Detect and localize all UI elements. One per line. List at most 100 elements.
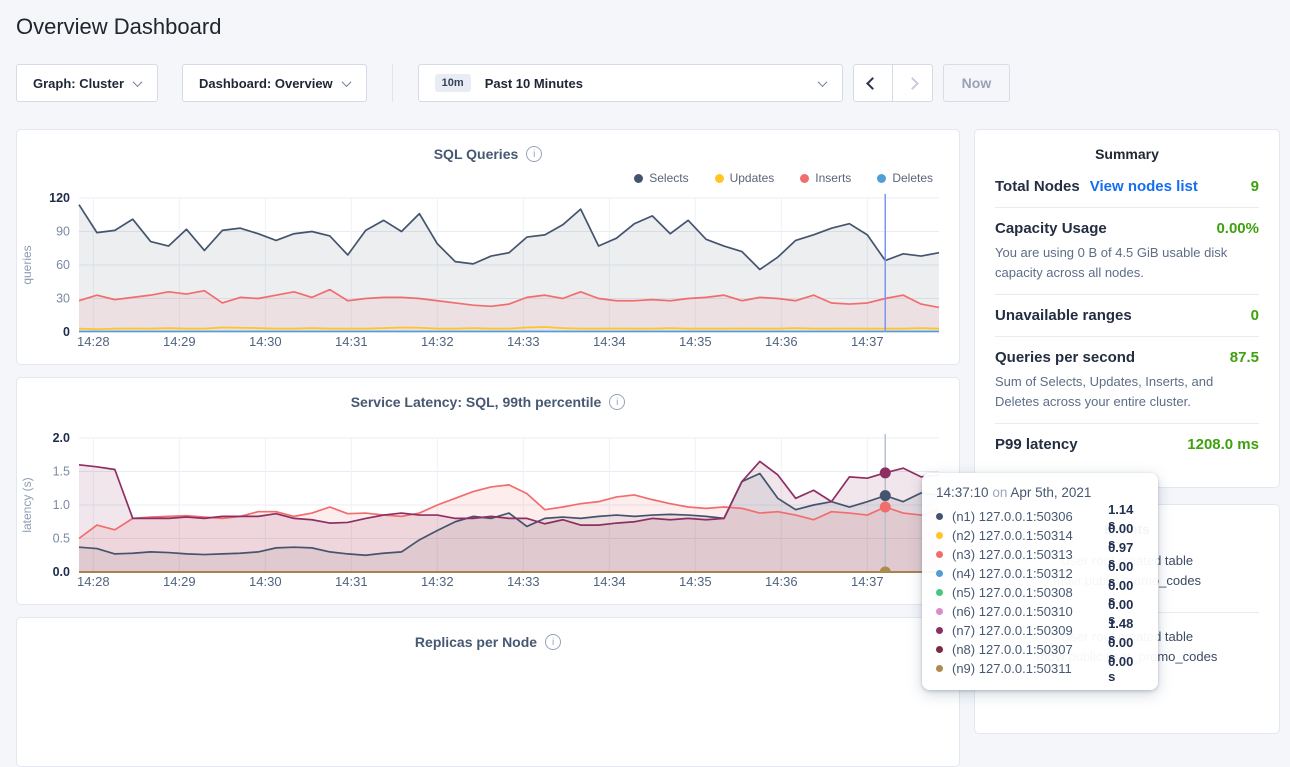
svg-text:2.0: 2.0 — [53, 431, 70, 445]
svg-text:14:28: 14:28 — [77, 574, 110, 589]
svg-text:queries: queries — [20, 245, 34, 284]
svg-text:14:35: 14:35 — [679, 334, 712, 349]
summary-description: You are using 0 B of 4.5 GiB usable disk… — [995, 243, 1259, 282]
tooltip-rows: (n1) 127.0.0.1:503061.14 s(n2) 127.0.0.1… — [936, 507, 1144, 678]
graph-dropdown[interactable]: Graph: Cluster — [16, 64, 158, 102]
node-color-dot-icon — [936, 513, 943, 520]
tooltip-timestamp: 14:37:10 on Apr 5th, 2021 — [936, 485, 1144, 500]
node-color-dot-icon — [936, 646, 943, 653]
summary-row-total-nodes: Total Nodes View nodes list 9 — [995, 166, 1259, 208]
svg-text:14:29: 14:29 — [163, 334, 196, 349]
svg-text:14:28: 14:28 — [77, 334, 110, 349]
prev-range-button[interactable] — [853, 64, 893, 102]
legend-item: Selects — [634, 171, 688, 185]
svg-text:14:34: 14:34 — [593, 574, 626, 589]
sql-queries-card: SQL Queries i SelectsUpdatesInsertsDelet… — [16, 129, 960, 365]
svg-text:14:31: 14:31 — [335, 334, 368, 349]
chart-header: Replicas per Node i — [17, 630, 959, 654]
info-icon[interactable]: i — [609, 394, 625, 410]
info-icon[interactable]: i — [526, 146, 542, 162]
summary-panel: Summary Total Nodes View nodes list 9 Ca… — [974, 129, 1280, 488]
chart-header: SQL Queries i — [17, 142, 959, 166]
summary-value: 1208.0 ms — [1187, 436, 1259, 453]
node-color-dot-icon — [936, 627, 943, 634]
svg-text:latency (s): latency (s) — [20, 477, 34, 532]
svg-text:1.5: 1.5 — [53, 465, 70, 479]
info-icon[interactable]: i — [545, 634, 561, 650]
summary-title: Summary — [995, 130, 1259, 166]
legend-item: Updates — [715, 171, 775, 185]
svg-text:14:36: 14:36 — [765, 334, 798, 349]
summary-row-unavailable-ranges: Unavailable ranges 0 — [995, 295, 1259, 337]
summary-value: 87.5 — [1230, 349, 1259, 366]
view-nodes-list-link[interactable]: View nodes list — [1090, 178, 1198, 195]
dashboard-dropdown-label: Dashboard: Overview — [199, 76, 333, 91]
svg-text:14:36: 14:36 — [765, 574, 798, 589]
legend-dot-icon — [715, 174, 724, 183]
chevron-down-icon — [341, 77, 351, 87]
node-color-dot-icon — [936, 532, 943, 539]
svg-text:0: 0 — [63, 325, 70, 339]
node-color-dot-icon — [936, 570, 943, 577]
node-color-dot-icon — [936, 589, 943, 596]
service-latency-card: Service Latency: SQL, 99th percentile i … — [16, 377, 960, 605]
tooltip-row: (n9) 127.0.0.1:503110.00 s — [936, 659, 1144, 678]
summary-value: 0 — [1251, 307, 1259, 324]
controls-bar: Graph: Cluster Dashboard: Overview 10m P… — [16, 64, 1274, 102]
sql-queries-plot: 030609012014:2814:2914:3014:3114:3214:33… — [17, 188, 959, 354]
chevron-left-icon — [866, 77, 879, 90]
range-badge: 10m — [435, 74, 471, 92]
sql-queries-chart[interactable]: 030609012014:2814:2914:3014:3114:3214:33… — [17, 188, 959, 354]
summary-description: Sum of Selects, Updates, Inserts, and De… — [995, 372, 1259, 411]
svg-text:14:32: 14:32 — [421, 334, 454, 349]
chart-tooltip: 14:37:10 on Apr 5th, 2021 (n1) 127.0.0.1… — [922, 473, 1158, 690]
svg-text:0.5: 0.5 — [53, 532, 70, 546]
svg-text:90: 90 — [56, 225, 70, 239]
range-label: Past 10 Minutes — [485, 76, 819, 91]
chart-legend: SelectsUpdatesInsertsDeletes — [17, 170, 959, 186]
next-range-button[interactable] — [893, 64, 933, 102]
service-latency-plot: 0.00.51.01.52.014:2814:2914:3014:3114:32… — [17, 428, 959, 594]
svg-text:30: 30 — [56, 292, 70, 306]
svg-text:14:33: 14:33 — [507, 334, 540, 349]
replicas-per-node-card: Replicas per Node i — [16, 617, 960, 767]
summary-value: 0.00% — [1216, 220, 1259, 237]
svg-text:14:37: 14:37 — [851, 574, 884, 589]
service-latency-chart[interactable]: 0.00.51.01.52.014:2814:2914:3014:3114:32… — [17, 428, 959, 594]
svg-text:14:29: 14:29 — [163, 574, 196, 589]
time-range-dropdown[interactable]: 10m Past 10 Minutes — [418, 64, 843, 102]
chart-header: Service Latency: SQL, 99th percentile i — [17, 390, 959, 414]
svg-text:14:31: 14:31 — [335, 574, 368, 589]
svg-text:14:33: 14:33 — [507, 574, 540, 589]
divider — [392, 64, 393, 102]
charts-column: SQL Queries i SelectsUpdatesInsertsDelet… — [16, 129, 960, 767]
svg-text:14:37: 14:37 — [851, 334, 884, 349]
dashboard-dropdown[interactable]: Dashboard: Overview — [182, 64, 367, 102]
summary-row-capacity-usage: Capacity Usage 0.00% You are using 0 B o… — [995, 208, 1259, 295]
chevron-right-icon — [906, 77, 919, 90]
svg-text:1.0: 1.0 — [53, 498, 70, 512]
summary-row-p99-latency: P99 latency 1208.0 ms — [995, 424, 1259, 465]
svg-text:14:35: 14:35 — [679, 574, 712, 589]
summary-label: Unavailable ranges — [995, 307, 1132, 324]
chart-title: Replicas per Node — [415, 634, 537, 650]
legend-dot-icon — [634, 174, 643, 183]
svg-text:120: 120 — [49, 191, 70, 205]
svg-text:0.0: 0.0 — [53, 565, 70, 579]
svg-text:14:30: 14:30 — [249, 334, 282, 349]
chevron-down-icon — [817, 77, 827, 87]
chart-title: SQL Queries — [434, 146, 519, 162]
node-color-dot-icon — [936, 665, 943, 672]
svg-text:14:32: 14:32 — [421, 574, 454, 589]
summary-value: 9 — [1251, 178, 1259, 195]
legend-item: Inserts — [800, 171, 851, 185]
page-title: Overview Dashboard — [16, 0, 1274, 40]
summary-label: P99 latency — [995, 436, 1078, 453]
now-button[interactable]: Now — [943, 64, 1011, 102]
graph-dropdown-label: Graph: Cluster — [33, 76, 124, 91]
summary-label: Capacity Usage — [995, 220, 1107, 237]
chevron-down-icon — [133, 77, 143, 87]
chart-title: Service Latency: SQL, 99th percentile — [351, 394, 602, 410]
summary-label: Total Nodes — [995, 178, 1080, 195]
node-color-dot-icon — [936, 551, 943, 558]
